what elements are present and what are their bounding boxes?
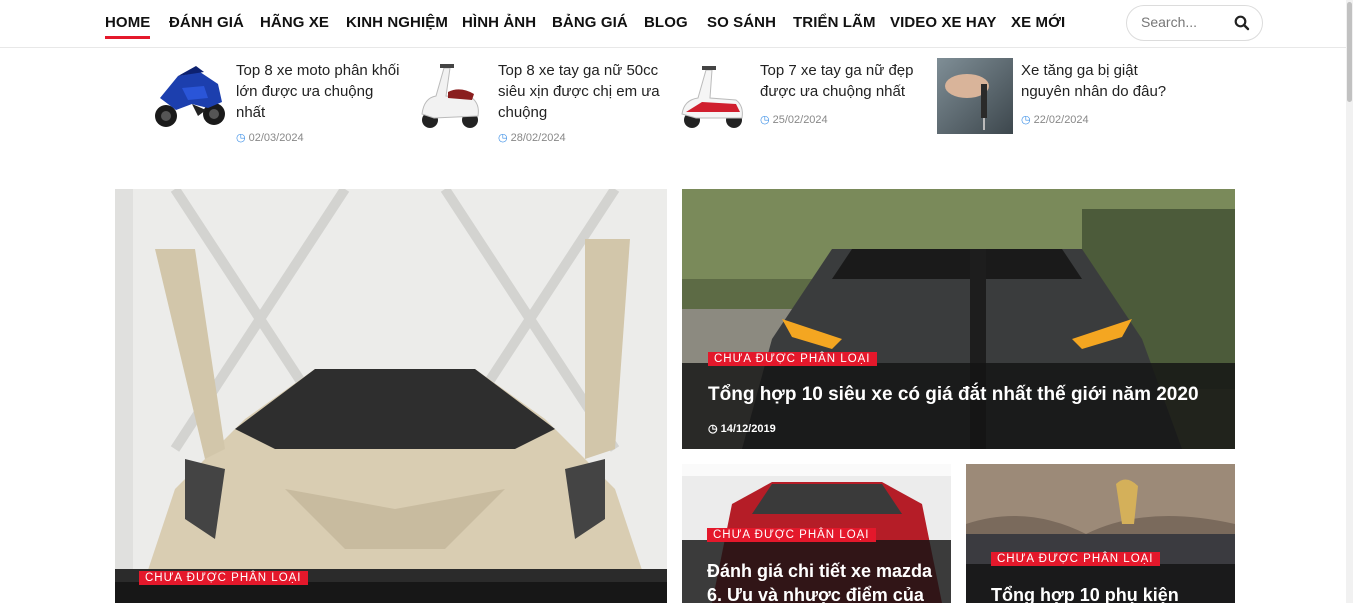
featured-bottom-left-card[interactable]: CHƯA ĐƯỢC PHÂN LOẠI Đánh giá chi tiết xe…: [682, 464, 951, 603]
clock-icon: ◷: [708, 423, 721, 435]
trending-date: ◷ 28/02/2024: [498, 131, 566, 144]
supercar-image: [115, 189, 667, 603]
card-date: ◷ 14/12/2019: [708, 422, 776, 435]
trending-date: ◷ 22/02/2024: [1021, 113, 1089, 126]
featured-bottom-right-card[interactable]: CHƯA ĐƯỢC PHÂN LOẠI Tổng hợp 10 phụ kiện: [966, 464, 1235, 603]
card-overlay: [115, 582, 667, 603]
featured-main-card[interactable]: CHƯA ĐƯỢC PHÂN LOẠI: [115, 189, 667, 603]
category-badge[interactable]: CHƯA ĐƯỢC PHÂN LOẠI: [139, 571, 308, 585]
clock-icon: ◷: [236, 132, 246, 144]
key-thumbnail[interactable]: [937, 58, 1013, 134]
nav-blog[interactable]: BLOG: [644, 14, 688, 31]
featured-top-right-card[interactable]: CHƯA ĐƯỢC PHÂN LOẠI Tổng hợp 10 siêu xe …: [682, 189, 1235, 449]
motorbike-thumbnail[interactable]: [152, 58, 228, 134]
nav-xe-moi[interactable]: XE MỚI: [1011, 14, 1065, 31]
category-badge[interactable]: CHƯA ĐƯỢC PHÂN LOẠI: [707, 528, 876, 542]
nav-home[interactable]: HOME: [105, 14, 151, 39]
date-text: 02/03/2024: [248, 132, 304, 144]
date-text: 22/02/2024: [1033, 114, 1089, 126]
scooter-thumbnail[interactable]: [414, 58, 490, 134]
category-badge[interactable]: CHƯA ĐƯỢC PHÂN LOẠI: [991, 552, 1160, 566]
trending-title[interactable]: Xe tăng ga bị giật nguyên nhân do đâu?: [1021, 60, 1185, 102]
nav-kinh-nghiem[interactable]: KINH NGHIỆM: [346, 14, 448, 31]
trending-title[interactable]: Top 7 xe tay ga nữ đẹp được ưa chuộng nh…: [760, 60, 924, 102]
trending-date: ◷ 25/02/2024: [760, 113, 828, 126]
category-badge[interactable]: CHƯA ĐƯỢC PHÂN LOẠI: [708, 352, 877, 366]
clock-icon: ◷: [760, 114, 770, 126]
nav-hang-xe[interactable]: HÃNG XE: [260, 14, 329, 31]
card-title[interactable]: Tổng hợp 10 phụ kiện: [991, 583, 1227, 603]
clock-icon: ◷: [498, 132, 508, 144]
scooter-thumbnail[interactable]: [676, 58, 752, 134]
search-icon[interactable]: [1234, 15, 1250, 31]
card-title[interactable]: Tổng hợp 10 siêu xe có giá đắt nhất thế …: [708, 383, 1228, 407]
nav-danh-gia[interactable]: ĐÁNH GIÁ: [169, 14, 244, 31]
search-box: [1126, 5, 1263, 41]
date-text: 14/12/2019: [720, 423, 776, 435]
trending-date: ◷ 02/03/2024: [236, 131, 304, 144]
clock-icon: ◷: [1021, 114, 1031, 126]
date-text: 25/02/2024: [772, 114, 828, 126]
card-title[interactable]: Đánh giá chi tiết xe mazda 6. Ưu và nhượ…: [707, 559, 943, 603]
search-input[interactable]: [1141, 14, 1231, 30]
date-text: 28/02/2024: [510, 132, 566, 144]
page-scrollbar[interactable]: [1346, 0, 1353, 603]
trending-title[interactable]: Top 8 xe tay ga nữ 50cc siêu xịn được ch…: [498, 60, 662, 123]
nav-so-sanh[interactable]: SO SÁNH: [707, 14, 776, 31]
nav-video-xe-hay[interactable]: VIDEO XE HAY: [890, 14, 997, 31]
nav-trien-lam[interactable]: TRIỂN LÃM: [793, 14, 876, 31]
trending-title[interactable]: Top 8 xe moto phân khối lớn được ưa chuộ…: [236, 60, 400, 123]
nav-bang-gia[interactable]: BẢNG GIÁ: [552, 14, 628, 31]
top-navigation: HOME ĐÁNH GIÁ HÃNG XE KINH NGHIỆM HÌNH Ả…: [0, 0, 1353, 48]
nav-hinh-anh[interactable]: HÌNH ẢNH: [462, 14, 536, 31]
scrollbar-thumb[interactable]: [1347, 2, 1352, 102]
